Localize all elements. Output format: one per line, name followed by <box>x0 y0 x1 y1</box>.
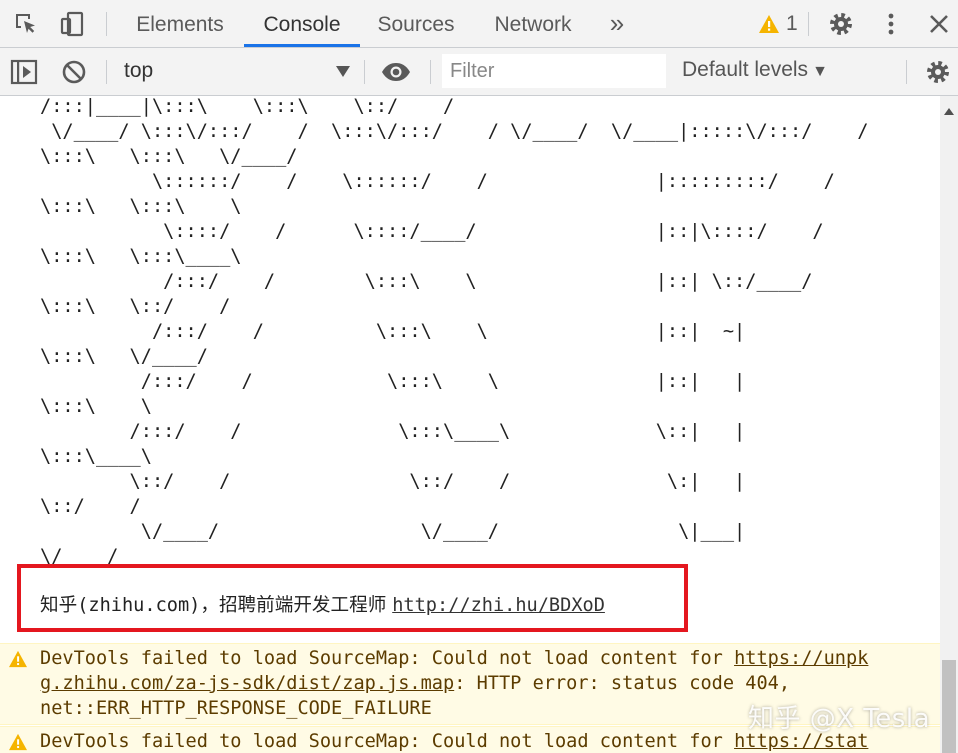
tab-console[interactable]: Console <box>244 0 360 47</box>
separator <box>906 60 907 84</box>
tab-elements[interactable]: Elements <box>124 0 236 47</box>
scroll-up-arrow-icon[interactable] <box>944 108 954 115</box>
clear-console-icon[interactable] <box>58 56 90 88</box>
separator <box>808 12 809 36</box>
close-devtools-icon[interactable] <box>923 8 955 40</box>
console-output[interactable]: /:::|____|\:::\ \:::\ \::/ / \/____/ \::… <box>0 96 940 753</box>
context-value: top <box>124 59 154 82</box>
settings-gear-icon[interactable] <box>825 8 857 40</box>
log-levels-label: Default levels <box>682 58 809 81</box>
more-tabs-button[interactable]: » <box>600 0 634 47</box>
device-toolbar-icon[interactable] <box>56 8 88 40</box>
context-selector[interactable]: top <box>110 56 358 88</box>
log-levels-dropdown[interactable]: Default levels ▼ <box>682 58 828 82</box>
separator <box>364 60 365 84</box>
watermark: 知乎 @X Tesla <box>748 704 931 734</box>
scrollbar-thumb[interactable] <box>942 660 956 753</box>
dropdown-arrow-icon: ▼ <box>812 63 828 80</box>
recruit-message: 知乎(zhihu.com)，招聘前端开发工程师 http://zhi.hu/BD… <box>40 590 605 617</box>
live-expression-eye-icon[interactable] <box>380 56 412 88</box>
warning-count: 1 <box>786 12 798 35</box>
separator <box>430 60 431 84</box>
more-options-icon[interactable] <box>875 8 907 40</box>
warning-text: DevTools failed to load SourceMap: Could… <box>40 731 735 752</box>
inspect-element-icon[interactable] <box>10 8 42 40</box>
tab-network[interactable]: Network <box>482 0 584 47</box>
recruit-prefix: 知乎 <box>40 595 78 616</box>
separator <box>106 12 107 36</box>
recruit-link[interactable]: http://zhi.hu/BDXoD <box>392 595 605 616</box>
sourcemap-link[interactable]: g.zhihu.com/za-js-sdk/dist/zap.js.map <box>40 673 454 694</box>
warning-count-badge[interactable]: 1 <box>758 10 798 38</box>
console-toolbar: top Default levels▼ <box>0 48 958 96</box>
filter-input[interactable] <box>442 54 666 88</box>
warning-text: net::ERR_HTTP_RESPONSE_CODE_FAILURE <box>40 698 432 719</box>
warning-text: : HTTP error: status code 404, <box>454 673 791 694</box>
recruit-domain: (zhihu.com) <box>77 595 201 616</box>
dropdown-arrow-icon <box>336 66 350 77</box>
sourcemap-link[interactable]: https://unpk <box>734 648 868 669</box>
show-sidebar-icon[interactable] <box>8 56 40 88</box>
console-settings-gear-icon[interactable] <box>922 56 954 88</box>
separator <box>106 60 107 84</box>
tab-sources[interactable]: Sources <box>368 0 464 47</box>
scrollbar-track[interactable] <box>940 96 958 753</box>
ascii-art-log: /:::|____|\:::\ \:::\ \::/ / \/____/ \::… <box>40 96 869 567</box>
warning-icon <box>759 15 779 33</box>
warning-icon <box>9 733 27 751</box>
recruit-text: ，招聘前端开发工程师 <box>200 595 393 616</box>
devtools-tab-bar: Elements Console Sources Network » 1 <box>0 0 958 48</box>
warning-icon <box>9 650 27 668</box>
warning-text: DevTools failed to load SourceMap: Could… <box>40 648 735 669</box>
